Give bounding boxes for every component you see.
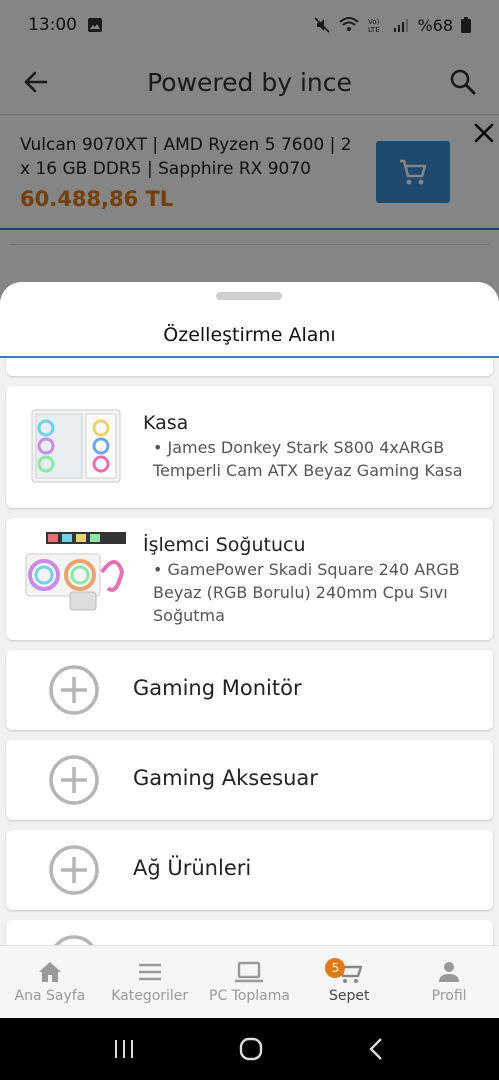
component-description: • James Donkey Stark S800 4xARGB Temperl… [153, 438, 463, 480]
sheet-header: Özelleştirme Alanı [0, 282, 499, 358]
component-category: İşlemci Soğutucu [143, 534, 306, 556]
nav-item-categories[interactable]: Kategoriler [100, 946, 200, 1018]
nav-label: Sepet [329, 988, 370, 1004]
nav-item-cart[interactable]: 5 Sepet [299, 946, 399, 1018]
nav-item-pc-builder[interactable]: PC Toplama [200, 946, 300, 1018]
pc-case-image [31, 409, 121, 483]
cpu-cooler-image [25, 532, 126, 611]
add-network-products-button[interactable]: Ağ Ürünleri [6, 830, 493, 910]
bottom-navigation: Ana Sayfa Kategoriler PC Toplama 5 Sepet… [0, 945, 499, 1018]
home-button-icon[interactable] [239, 1037, 263, 1061]
nav-label: Ana Sayfa [14, 988, 86, 1004]
add-option-label: Gaming Aksesuar [133, 766, 318, 790]
app-screen: 13:00 Vo) LTE %68 Powered by ince Vulcan … [0, 0, 499, 1080]
nav-label: Kategoriler [111, 988, 189, 1004]
home-icon [38, 962, 61, 982]
drag-handle[interactable] [216, 292, 282, 300]
add-option-card-partial[interactable] [6, 920, 493, 945]
component-card-partial[interactable] [6, 358, 493, 376]
back-icon[interactable] [367, 1037, 387, 1061]
person-icon [439, 962, 460, 982]
add-option-label: Ağ Ürünleri [133, 856, 252, 880]
component-description: • GamePower Skadi Square 240 ARGB Beyaz … [153, 560, 460, 625]
add-gaming-monitor-button[interactable]: Gaming Monitör [6, 650, 493, 730]
laptop-icon [235, 961, 264, 983]
sheet-title: Özelleştirme Alanı [163, 324, 336, 346]
plus-circle-icon [49, 665, 99, 715]
system-navigation-bar [0, 1018, 499, 1080]
plus-circle-icon [49, 755, 99, 805]
component-card-kasa[interactable]: Kasa • James Donkey Stark S800 4xARGB Te… [6, 386, 493, 508]
plus-circle-icon [49, 845, 99, 895]
customization-sheet: Özelleştirme Alanı Kasa • James Donkey S… [0, 282, 499, 945]
add-gaming-accessory-button[interactable]: Gaming Aksesuar [6, 740, 493, 820]
recent-apps-icon[interactable] [112, 1038, 136, 1060]
menu-icon [138, 963, 161, 981]
nav-label: PC Toplama [209, 988, 290, 1004]
component-card-cpu-cooler[interactable]: İşlemci Soğutucu • GamePower Skadi Squar… [6, 518, 493, 640]
add-option-label: Gaming Monitör [133, 676, 302, 700]
plus-circle-icon [54, 935, 94, 945]
nav-label: Profil [431, 988, 467, 1004]
component-category: Kasa [143, 412, 189, 434]
nav-item-home[interactable]: Ana Sayfa [0, 946, 100, 1018]
nav-item-profile[interactable]: Profil [399, 946, 499, 1018]
sheet-scroll-area[interactable]: Kasa • James Donkey Stark S800 4xARGB Te… [0, 358, 499, 945]
